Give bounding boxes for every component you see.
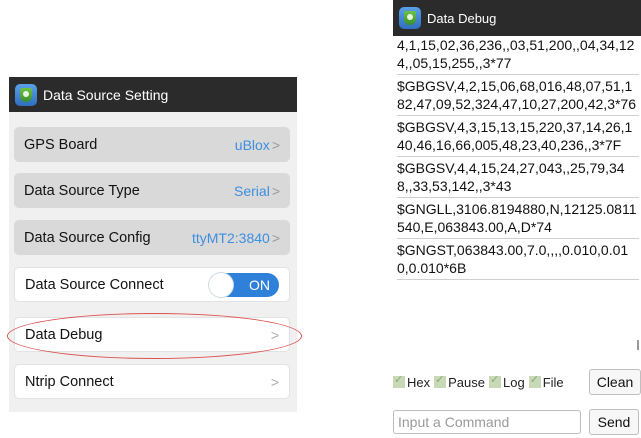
chevron-right-icon: > [270,326,279,343]
title-bar: Data Source Setting [9,77,297,112]
app-shield-icon [15,83,37,106]
toggle-state-label: ON [249,276,270,293]
data-source-type-value: Serial [234,182,270,199]
checkbox-icon [528,373,541,388]
log-entry: $GBGSV,4,2,15,06,68,016,48,07,51,182,47,… [397,75,639,116]
file-checkbox[interactable]: File [528,373,564,390]
chevron-right-icon: > [271,182,280,199]
log-label: Log [503,374,525,390]
data-debug-screen: Data Debug 4,1,15,02,36,236,,03,51,200,,… [393,0,641,438]
command-input[interactable] [393,410,581,434]
log-entry: $GNGST,063843.00,7.0,,,,0.010,0.010,0.01… [397,239,639,280]
page-title: Data Source Setting [43,86,169,103]
ntrip-connect-row[interactable]: Ntrip Connect > [14,364,290,399]
clean-button[interactable]: Clean [589,369,641,395]
checkbox-icon [434,373,447,388]
data-source-config-row[interactable]: Data Source Config ttyMT2:3840 > [14,220,290,255]
chevron-right-icon: > [270,373,279,390]
toggle-knob [209,272,233,297]
checkbox-icon [489,373,501,388]
log-entry: $GBGSV,4,3,15,13,15,220,37,14,26,140,46,… [397,116,639,157]
log-entry: 4,1,15,02,36,236,,03,51,200,,04,34,124,,… [397,36,639,75]
ntrip-connect-label: Ntrip Connect [25,373,114,390]
chevron-right-icon: > [271,229,280,246]
hex-label: Hex [407,374,431,390]
title-bar: Data Debug [393,0,641,36]
gps-board-row[interactable]: GPS Board uBlox > [14,127,290,162]
checkbox-icon [393,373,405,388]
connect-toggle[interactable]: ON [209,272,279,297]
file-label: File [542,374,564,390]
data-source-config-value: ttyMT2:3840 [191,229,270,246]
page-title: Data Debug [427,10,497,26]
app-shield-icon [399,7,421,29]
data-source-type-row[interactable]: Data Source Type Serial > [14,173,290,208]
data-source-setting-screen: Data Source Setting GPS Board uBlox > Da… [7,77,302,412]
debug-log[interactable]: 4,1,15,02,36,236,,03,51,200,,04,34,124,,… [397,36,639,280]
scrollbar-thumb[interactable] [637,340,639,350]
chevron-right-icon: > [271,136,280,153]
send-button[interactable]: Send [589,409,639,435]
pause-checkbox[interactable]: Pause [434,373,485,390]
data-source-config-label: Data Source Config [24,229,151,246]
data-debug-label: Data Debug [25,326,103,343]
log-checkbox[interactable]: Log [489,373,525,390]
data-source-connect-row: Data Source Connect ON [14,267,290,302]
command-row: Send [393,408,641,436]
data-source-type-label: Data Source Type [24,182,140,199]
data-debug-row[interactable]: Data Debug > [14,317,290,352]
hex-checkbox[interactable]: Hex [393,373,431,390]
debug-controls: Hex Pause Log File Clean [393,368,641,396]
gps-board-value: uBlox [234,136,270,153]
log-entry: $GBGSV,4,4,15,24,27,043,,25,79,348,,33,5… [397,157,639,198]
gps-board-label: GPS Board [24,136,98,153]
log-entry: $GNGLL,3106.8194880,N,12125.0811540,E,06… [397,198,639,239]
data-source-connect-label: Data Source Connect [25,276,164,293]
pause-label: Pause [448,374,485,390]
